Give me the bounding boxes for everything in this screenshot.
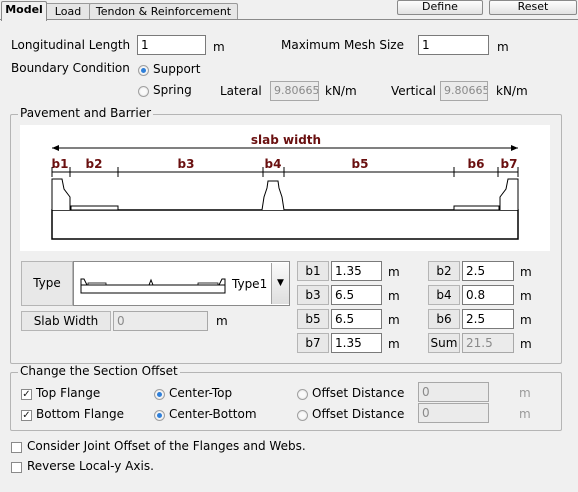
b4-input[interactable]: 0.8 xyxy=(462,285,514,305)
b1-input[interactable]: 1.35 xyxy=(331,261,382,281)
b3-label: b3 xyxy=(297,285,329,305)
pavement-barrier-title: Pavement and Barrier xyxy=(18,106,154,120)
max-mesh-size-unit: m xyxy=(497,40,509,54)
center-bottom-label: Center-Bottom xyxy=(169,407,257,421)
dim-b7: b7 xyxy=(501,157,518,171)
b1-label: b1 xyxy=(297,261,329,281)
spring-radio[interactable] xyxy=(138,86,149,97)
bottom-flange-label: Bottom Flange xyxy=(36,407,125,421)
reset-button[interactable]: Reset xyxy=(489,0,577,15)
section-offset-title: Change the Section Offset xyxy=(18,364,180,378)
b5-input[interactable]: 6.5 xyxy=(331,309,382,329)
vertical-label: Vertical xyxy=(391,84,436,98)
type-select[interactable]: Type1 ▼ xyxy=(73,261,290,306)
max-mesh-size-input[interactable]: 1 xyxy=(418,35,489,55)
tab-model[interactable]: Model xyxy=(1,1,47,21)
offset-distance-bottom-radio[interactable] xyxy=(297,410,308,421)
type-label: Type xyxy=(21,261,73,306)
b3-unit: m xyxy=(388,289,400,303)
offset-distance-top-radio[interactable] xyxy=(297,389,308,400)
vertical-input[interactable]: 9.80665 xyxy=(440,81,488,101)
longitudinal-length-label: Longitudinal Length xyxy=(11,38,131,52)
lateral-label: Lateral xyxy=(220,84,262,98)
offset-distance-bottom-label: Offset Distance xyxy=(312,407,405,421)
center-bottom-radio[interactable] xyxy=(154,410,165,421)
support-radio[interactable] xyxy=(138,65,149,76)
joint-offset-checkbox[interactable] xyxy=(11,442,22,453)
b1-unit: m xyxy=(388,265,400,279)
sum-input: 21.5 xyxy=(462,333,514,353)
dim-b1: b1 xyxy=(52,157,69,171)
dim-b2: b2 xyxy=(86,157,103,171)
dim-b4: b4 xyxy=(265,157,282,171)
slab-width-label: slab width xyxy=(251,133,321,147)
b4-unit: m xyxy=(520,289,532,303)
offset-distance-top-label: Offset Distance xyxy=(312,386,405,400)
b6-label: b6 xyxy=(428,309,460,329)
top-flange-checkbox[interactable]: ✓ xyxy=(21,389,32,400)
pavement-right xyxy=(453,205,500,211)
sum-label: Sum xyxy=(428,333,460,353)
offset-distance-bottom-input[interactable]: 0 xyxy=(418,403,489,423)
vertical-unit: kN/m xyxy=(496,84,528,98)
dim-b3: b3 xyxy=(178,157,195,171)
b5-unit: m xyxy=(388,313,400,327)
center-top-label: Center-Top xyxy=(169,386,233,400)
slab-section-diagram: slab width b1 b2 b3 b4 b5 b6 b7 xyxy=(20,125,550,251)
pavement-left xyxy=(70,205,119,211)
b4-label: b4 xyxy=(428,285,460,305)
type-thumbnail xyxy=(80,278,226,294)
b6-unit: m xyxy=(520,313,532,327)
chevron-down-icon[interactable]: ▼ xyxy=(271,263,289,304)
max-mesh-size-label: Maximum Mesh Size xyxy=(281,38,404,52)
dim-b5: b5 xyxy=(352,157,369,171)
bottom-flange-checkbox[interactable]: ✓ xyxy=(21,410,32,421)
slab-width-label-cell: Slab Width xyxy=(21,311,111,331)
boundary-condition-label: Boundary Condition xyxy=(11,61,130,75)
reverse-axis-label: Reverse Local-y Axis. xyxy=(27,459,154,473)
spring-label: Spring xyxy=(153,83,192,97)
top-flange-label: Top Flange xyxy=(36,386,101,400)
b6-input[interactable]: 2.5 xyxy=(462,309,514,329)
b2-unit: m xyxy=(520,265,532,279)
sum-unit: m xyxy=(520,337,532,351)
b7-unit: m xyxy=(388,337,400,351)
longitudinal-length-unit: m xyxy=(213,40,225,54)
offset-distance-top-unit: m xyxy=(519,386,531,400)
tab-tendon-reinforcement[interactable]: Tendon & Reinforcement xyxy=(89,3,238,20)
b2-input[interactable]: 2.5 xyxy=(462,261,514,281)
longitudinal-length-input[interactable]: 1 xyxy=(137,35,206,55)
lateral-unit: kN/m xyxy=(325,84,357,98)
center-top-radio[interactable] xyxy=(154,389,165,400)
tab-divider xyxy=(0,19,578,20)
b5-label: b5 xyxy=(297,309,329,329)
type-value: Type1 xyxy=(232,277,268,291)
define-button[interactable]: Define xyxy=(397,0,483,15)
dim-b6: b6 xyxy=(468,157,485,171)
offset-distance-top-input[interactable]: 0 xyxy=(418,382,489,402)
b2-label: b2 xyxy=(428,261,460,281)
offset-distance-bottom-unit: m xyxy=(519,407,531,421)
support-label: Support xyxy=(153,62,201,76)
b7-label: b7 xyxy=(297,333,329,353)
reverse-axis-checkbox[interactable] xyxy=(11,462,22,473)
slab-width-unit: m xyxy=(216,314,228,328)
b3-input[interactable]: 6.5 xyxy=(331,285,382,305)
tab-load[interactable]: Load xyxy=(45,3,91,20)
b7-input[interactable]: 1.35 xyxy=(331,333,382,353)
joint-offset-label: Consider Joint Offset of the Flanges and… xyxy=(27,439,306,453)
lateral-input[interactable]: 9.80665 xyxy=(270,81,319,101)
slab-width-input[interactable]: 0 xyxy=(113,311,208,331)
